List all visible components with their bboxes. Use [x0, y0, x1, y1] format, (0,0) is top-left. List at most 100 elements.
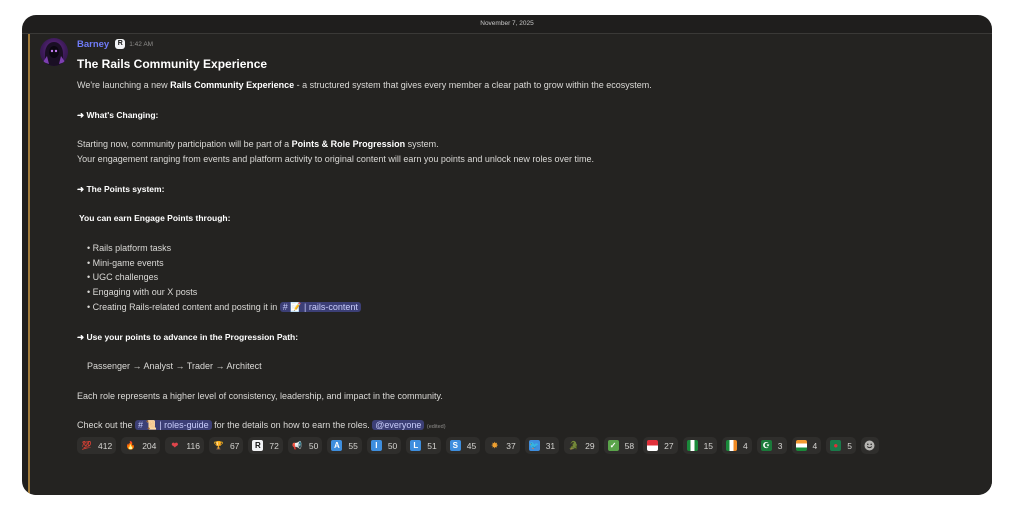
- bullet-list: • Rails platform tasks • Mini-game event…: [77, 241, 982, 315]
- reaction-emoji-icon: [795, 440, 807, 452]
- reaction-emoji-icon: [647, 440, 659, 452]
- reaction-emoji-icon: A: [331, 440, 343, 452]
- reaction-chip[interactable]: ● 5: [826, 437, 856, 455]
- reaction-count: 72: [269, 440, 279, 451]
- changing-bold: Points & Role Progression: [291, 139, 406, 150]
- reaction-count: 67: [229, 440, 240, 451]
- message-title: The Rails Community Experience: [77, 57, 268, 71]
- list-item: • Engaging with our X posts: [87, 287, 198, 298]
- reaction-chip[interactable]: I 50: [366, 437, 402, 455]
- reaction-count: 51: [427, 440, 437, 451]
- reaction-chip[interactable]: R 72: [248, 437, 283, 455]
- progression-path: Passenger → Analyst → Trader → Architect: [87, 361, 262, 372]
- reaction-emoji-icon: ☪: [760, 440, 772, 452]
- advance-heading: ➜ Use your points to advance in the Prog…: [77, 331, 299, 342]
- message-timestamp: 1:42 AM: [129, 40, 154, 48]
- intro-text: We're launching a new: [77, 80, 171, 90]
- reaction-count: 4: [812, 440, 818, 451]
- reaction-count: 15: [703, 440, 714, 451]
- reaction-emoji-icon: 🔥: [125, 441, 136, 451]
- reaction-chip[interactable]: ✸ 37: [485, 437, 520, 455]
- reaction-emoji-icon: 🐦: [528, 440, 540, 452]
- author-avatar[interactable]: [40, 38, 68, 66]
- message: Barney R 1:42 AM The Rails Community Exp…: [28, 34, 992, 495]
- checkout-text-end: for the details on how to earn the roles…: [211, 420, 373, 431]
- reaction-chip[interactable]: 📢 50: [287, 437, 323, 455]
- reaction-emoji-icon: ❤: [171, 441, 179, 451]
- reaction-chip[interactable]: 4: [722, 437, 752, 455]
- engagement-line: Your engagement ranging from events and …: [77, 153, 594, 164]
- intro-bold: Rails Community Experience: [170, 80, 295, 90]
- reaction-count: 50: [387, 440, 398, 451]
- edited-label: (edited): [426, 424, 446, 431]
- author-name[interactable]: Barney: [77, 39, 109, 50]
- reaction-chip[interactable]: 🔥 204: [121, 437, 161, 455]
- list-item: • UGC challenges: [87, 272, 159, 283]
- smiley-icon: [864, 440, 875, 451]
- reaction-count: 55: [348, 440, 358, 451]
- author-role-badge: R: [115, 39, 126, 49]
- list-item: • Mini-game events: [87, 257, 164, 268]
- channel-link-rails-content[interactable]: # 📝 | rails-content: [279, 301, 361, 312]
- list-item: • Rails platform tasks: [87, 242, 172, 253]
- changing-text-end: system.: [405, 139, 439, 150]
- reaction-emoji-icon: 🏆: [213, 441, 224, 451]
- reaction-count: 204: [142, 440, 157, 451]
- reaction-emoji-icon: S: [449, 440, 461, 452]
- reaction-emoji-icon: 🐊: [568, 441, 579, 451]
- reactions-bar: 💯 412 🔥 204 ❤ 116 🏆 67 R 72 📢 50 A 55 I 50 L 51 S 45 ✸ 37 🐦 31 🐊…: [77, 437, 957, 455]
- date-divider: November 7, 2025: [22, 15, 992, 34]
- message-content: Barney R 1:42 AM The Rails Community Exp…: [77, 36, 982, 455]
- changing-line: Starting now, community participation wi…: [77, 137, 982, 152]
- reaction-chip[interactable]: 15: [682, 437, 718, 455]
- reaction-count: 29: [585, 440, 595, 451]
- reaction-chip[interactable]: ❤ 116: [165, 437, 204, 455]
- reaction-emoji-icon: R: [252, 440, 264, 452]
- reaction-count: 116: [186, 440, 200, 451]
- earn-heading: You can earn Engage Points through:: [79, 213, 231, 224]
- channel-link-roles-guide[interactable]: # 📜 | roles-guide: [135, 420, 212, 431]
- reaction-emoji-icon: 💯: [81, 441, 92, 451]
- changing-heading: ➜ What's Changing:: [77, 109, 159, 120]
- reaction-chip[interactable]: 27: [643, 437, 678, 455]
- reaction-count: 31: [545, 440, 556, 451]
- reaction-count: 412: [98, 440, 113, 451]
- discord-message-frame: November 7, 2025 Barney R 1:42 AM The Ra…: [22, 15, 992, 495]
- reaction-emoji-icon: ✓: [607, 440, 619, 452]
- reaction-emoji-icon: I: [370, 440, 382, 452]
- reaction-emoji-icon: ●: [830, 440, 842, 452]
- reaction-count: 50: [308, 440, 319, 451]
- reaction-chip[interactable]: ✓ 58: [603, 437, 639, 455]
- role-description: Each role represents a higher level of c…: [77, 390, 443, 401]
- message-body: We're launching a new Rails Community Ex…: [77, 78, 982, 435]
- changing-text: Starting now, community participation wi…: [77, 139, 292, 150]
- points-heading: ➜ The Points system:: [77, 183, 165, 194]
- reaction-emoji-icon: [686, 440, 698, 452]
- reaction-chip[interactable]: 🏆 67: [208, 437, 244, 455]
- reaction-chip[interactable]: L 51: [406, 437, 441, 455]
- reaction-count: 5: [847, 440, 852, 451]
- reaction-count: 37: [506, 440, 516, 451]
- reaction-chip[interactable]: 4: [791, 437, 822, 455]
- reaction-count: 3: [777, 440, 783, 451]
- reaction-chip[interactable]: ☪ 3: [756, 437, 787, 455]
- reaction-count: 45: [466, 440, 477, 451]
- reaction-chip[interactable]: 🐦 31: [524, 437, 560, 455]
- list-item-text: • Creating Rails-related content and pos…: [87, 301, 280, 312]
- reaction-chip[interactable]: A 55: [327, 437, 362, 455]
- intro-text-end: - a structured system that gives every m…: [294, 80, 652, 90]
- reaction-chip[interactable]: 🐊 29: [564, 437, 599, 455]
- reaction-emoji-icon: [726, 440, 738, 452]
- intro-line: We're launching a new Rails Community Ex…: [77, 78, 982, 93]
- everyone-mention[interactable]: @everyone: [372, 420, 425, 431]
- reaction-emoji-icon: 📢: [292, 441, 303, 451]
- reaction-count: 27: [664, 440, 674, 451]
- add-reaction-button[interactable]: [860, 437, 879, 455]
- reaction-chip[interactable]: 💯 412: [77, 437, 117, 455]
- checkout-text: Check out the: [77, 420, 136, 431]
- reaction-chip[interactable]: S 45: [445, 437, 481, 455]
- reaction-count: 58: [624, 440, 635, 451]
- checkout-line: Check out the # 📜 | roles-guide for the …: [77, 418, 982, 435]
- hooded-figure-icon: [43, 42, 65, 66]
- message-header: Barney R 1:42 AM: [77, 36, 982, 52]
